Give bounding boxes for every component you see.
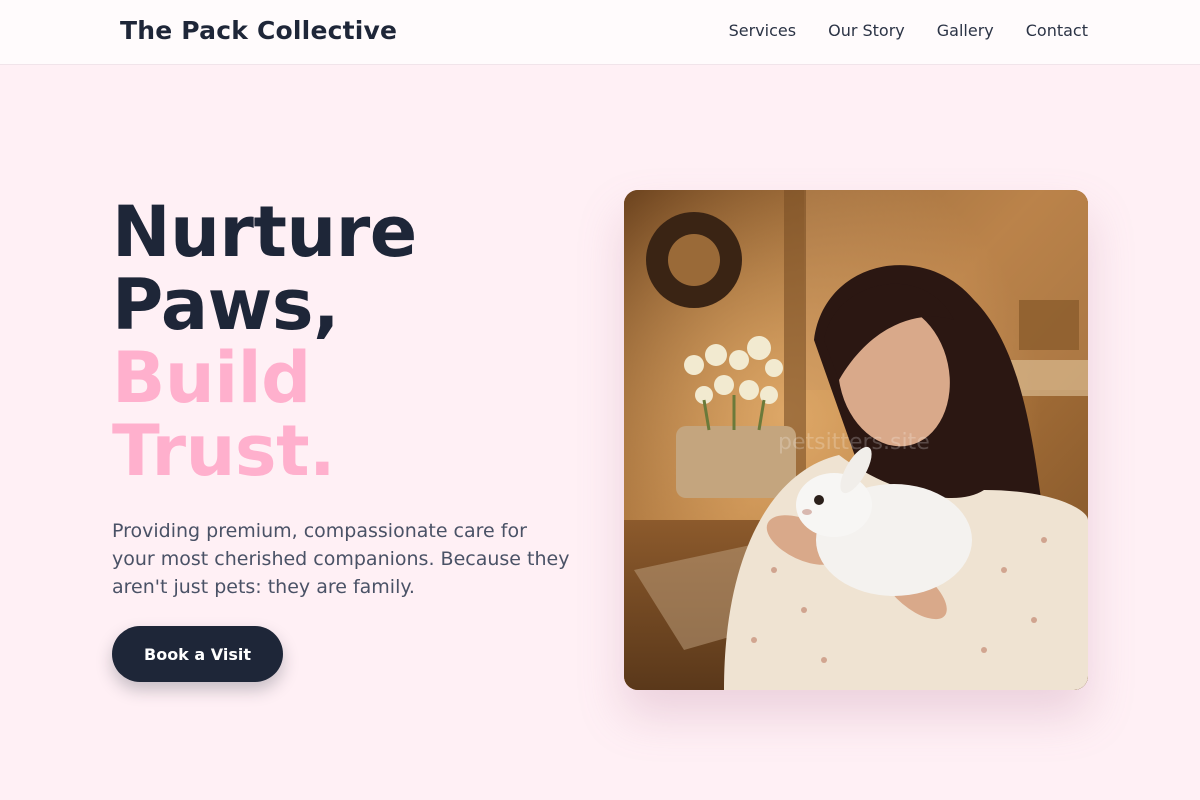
headline-line-3: Build (112, 337, 311, 419)
headline-line-4: Trust. (112, 410, 336, 492)
hero-subtitle: Providing premium, compassionate care fo… (112, 520, 570, 598)
headline-line-1: Nurture (112, 191, 417, 273)
main-nav: Services Our Story Gallery Contact (729, 20, 1088, 42)
image-watermark: petsitters.site (778, 430, 930, 455)
nav-link-gallery[interactable]: Gallery (937, 20, 994, 42)
book-visit-button[interactable]: Book a Visit (112, 626, 283, 682)
nav-link-contact[interactable]: Contact (1026, 20, 1088, 42)
headline-line-2: Paws, (112, 264, 340, 346)
nav-link-services[interactable]: Services (729, 20, 796, 42)
nav-link-our-story[interactable]: Our Story (828, 20, 905, 42)
hero-headline: Nurture Paws, Build Trust. (112, 196, 592, 488)
hero-photo: petsitters.site (624, 190, 1088, 690)
site-header: The Pack Collective Services Our Story G… (0, 0, 1200, 65)
brand-logo-text[interactable]: The Pack Collective (120, 16, 397, 46)
hero-text: Nurture Paws, Build Trust. Providing pre… (112, 196, 592, 601)
